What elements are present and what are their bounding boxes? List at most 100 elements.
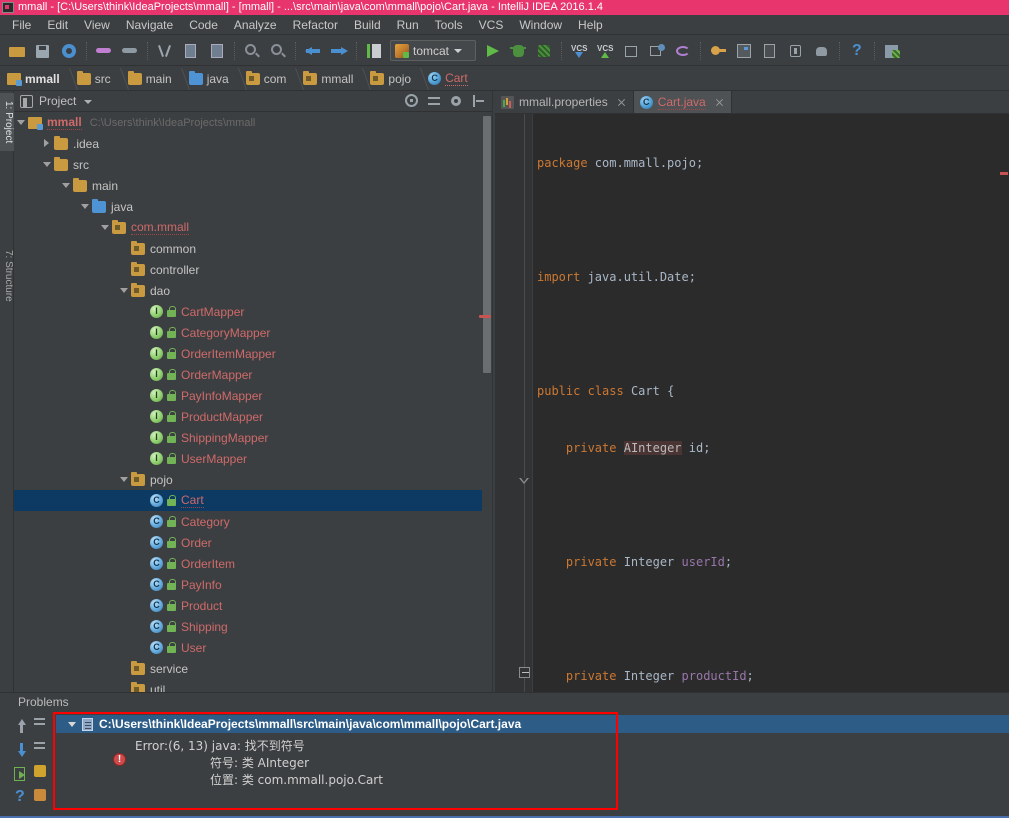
tree-item-user[interactable]: C User bbox=[14, 637, 492, 658]
copy-icon[interactable] bbox=[180, 40, 202, 62]
tree-item-com-mmall[interactable]: com.mmall bbox=[14, 217, 492, 238]
settings-icon[interactable] bbox=[448, 93, 464, 109]
tree-item-idea[interactable]: .idea bbox=[14, 133, 492, 154]
chevron-down-icon[interactable] bbox=[14, 112, 28, 133]
stash-icon[interactable] bbox=[620, 40, 642, 62]
hide-icon[interactable] bbox=[470, 93, 486, 109]
rollback-icon[interactable] bbox=[672, 40, 694, 62]
sidebar-tab-structure[interactable]: 7: Structure bbox=[0, 241, 14, 311]
help-icon[interactable]: ? bbox=[846, 40, 868, 62]
menu-item-view[interactable]: View bbox=[76, 16, 118, 34]
tree-item-category[interactable]: C Category bbox=[14, 511, 492, 532]
menu-item-window[interactable]: Window bbox=[511, 16, 570, 34]
vcs-update-icon[interactable]: VCS bbox=[568, 40, 590, 62]
replace-icon[interactable] bbox=[267, 40, 289, 62]
tree-item-payinfo[interactable]: C PayInfo bbox=[14, 574, 492, 595]
tree-item-src[interactable]: src bbox=[14, 154, 492, 175]
tab-mmall-properties[interactable]: mmall.properties bbox=[495, 91, 634, 113]
tree-item-shippingmapper[interactable]: I ShippingMapper bbox=[14, 427, 492, 448]
chevron-down-icon[interactable] bbox=[59, 175, 73, 196]
close-icon[interactable] bbox=[616, 97, 627, 108]
tree-item-java[interactable]: java bbox=[14, 196, 492, 217]
breadcrumb-item-mmall[interactable]: mmall bbox=[4, 68, 67, 90]
tree-item-productmapper[interactable]: I ProductMapper bbox=[14, 406, 492, 427]
run-configuration-selector[interactable]: tomcat bbox=[390, 40, 476, 61]
chevron-down-icon[interactable] bbox=[117, 469, 131, 490]
compile-icon[interactable] bbox=[363, 40, 385, 62]
editor-gutter[interactable] bbox=[495, 114, 533, 773]
tree-item-orderitem[interactable]: C OrderItem bbox=[14, 553, 492, 574]
tree-item-dao[interactable]: dao bbox=[14, 280, 492, 301]
menu-item-code[interactable]: Code bbox=[181, 16, 226, 34]
sidebar-tab-project[interactable]: 1: Project bbox=[0, 93, 14, 151]
tree-item-service[interactable]: service bbox=[14, 658, 492, 679]
vcs-commit-icon[interactable]: VCS bbox=[594, 40, 616, 62]
sdk-manager-icon[interactable] bbox=[785, 40, 807, 62]
fold-collapse-icon-2[interactable] bbox=[519, 667, 530, 678]
tree-item-cartmapper[interactable]: I CartMapper bbox=[14, 301, 492, 322]
breadcrumb-item-pojo[interactable]: pojo bbox=[367, 68, 418, 90]
chevron-right-icon[interactable] bbox=[40, 133, 54, 154]
tree-item-categorymapper[interactable]: I CategoryMapper bbox=[14, 322, 492, 343]
run-icon[interactable] bbox=[481, 40, 503, 62]
code-editor[interactable]: package com.mmall.pojo; import java.util… bbox=[533, 114, 999, 692]
fold-collapse-icon[interactable] bbox=[519, 476, 530, 487]
chevron-down-icon[interactable] bbox=[78, 196, 92, 217]
menu-item-build[interactable]: Build bbox=[346, 16, 389, 34]
save-settings-icon[interactable] bbox=[881, 40, 903, 62]
tree-item-cart[interactable]: C Cart bbox=[14, 490, 492, 511]
breadcrumb-item-com[interactable]: com bbox=[243, 68, 294, 90]
help-icon[interactable]: ? bbox=[12, 788, 30, 807]
tree-item-controller[interactable]: controller bbox=[14, 259, 492, 280]
menu-item-navigate[interactable]: Navigate bbox=[118, 16, 181, 34]
chevron-down-icon[interactable] bbox=[98, 217, 112, 238]
scrollbar-thumb[interactable] bbox=[483, 116, 491, 373]
triangle-down-icon[interactable] bbox=[68, 721, 76, 727]
run-coverage-icon[interactable] bbox=[533, 40, 555, 62]
close-icon[interactable] bbox=[714, 97, 725, 108]
undo-icon[interactable] bbox=[93, 40, 115, 62]
project-tree[interactable]: mmall C:\Users\think\IdeaProjects\mmall … bbox=[14, 112, 492, 692]
redo-icon[interactable] bbox=[119, 40, 141, 62]
error-stripe-mark[interactable] bbox=[1000, 172, 1008, 175]
locate-icon[interactable] bbox=[404, 93, 420, 109]
breadcrumb-item-mmall-pkg[interactable]: mmall bbox=[300, 68, 360, 90]
breadcrumb-item-src[interactable]: src bbox=[74, 68, 118, 90]
push-icon[interactable] bbox=[646, 40, 668, 62]
tree-item-order[interactable]: C Order bbox=[14, 532, 492, 553]
project-structure-icon[interactable] bbox=[733, 40, 755, 62]
save-all-icon[interactable] bbox=[32, 40, 54, 62]
chevron-down-icon[interactable] bbox=[117, 280, 131, 301]
menu-item-run[interactable]: Run bbox=[389, 16, 427, 34]
tree-item-product[interactable]: C Product bbox=[14, 595, 492, 616]
collapse-all-icon[interactable] bbox=[426, 93, 442, 109]
menu-item-tools[interactable]: Tools bbox=[427, 16, 471, 34]
settings-structure-icon[interactable] bbox=[707, 40, 729, 62]
project-panel-scrollbar[interactable] bbox=[482, 112, 492, 692]
back-icon[interactable] bbox=[302, 40, 324, 62]
next-occurrence-icon[interactable] bbox=[12, 741, 30, 759]
tree-item-util[interactable]: util bbox=[14, 679, 492, 692]
problem-message-line-3[interactable]: 位置: 类 com.mmall.pojo.Cart bbox=[210, 771, 383, 788]
problems-file-row[interactable]: C:\Users\think\IdeaProjects\mmall\src\ma… bbox=[56, 715, 1009, 733]
tree-item-payinfomapper[interactable]: I PayInfoMapper bbox=[14, 385, 492, 406]
forward-icon[interactable] bbox=[328, 40, 350, 62]
problem-message-line-1[interactable]: Error:(6, 13) java: 找不到符号 bbox=[135, 737, 305, 754]
tree-item-shipping[interactable]: C Shipping bbox=[14, 616, 492, 637]
menu-item-refactor[interactable]: Refactor bbox=[285, 16, 346, 34]
menu-item-edit[interactable]: Edit bbox=[39, 16, 76, 34]
tree-item-common[interactable]: common bbox=[14, 238, 492, 259]
breadcrumb-item-main[interactable]: main bbox=[125, 68, 179, 90]
tab-cart-java[interactable]: C Cart.java bbox=[633, 91, 732, 113]
tree-item-ordermapper[interactable]: I OrderMapper bbox=[14, 364, 492, 385]
tree-item-main[interactable]: main bbox=[14, 175, 492, 196]
menu-item-help[interactable]: Help bbox=[570, 16, 611, 34]
paste-icon[interactable] bbox=[206, 40, 228, 62]
editor-scrollbar[interactable] bbox=[999, 114, 1009, 692]
cut-icon[interactable] bbox=[154, 40, 176, 62]
breadcrumb-item-java[interactable]: java bbox=[186, 68, 236, 90]
tree-item-pojo[interactable]: pojo bbox=[14, 469, 492, 490]
breadcrumb-item-cart[interactable]: C Cart bbox=[425, 68, 475, 90]
problem-message-line-2[interactable]: 符号: 类 AInteger bbox=[210, 754, 309, 771]
find-icon[interactable] bbox=[241, 40, 263, 62]
